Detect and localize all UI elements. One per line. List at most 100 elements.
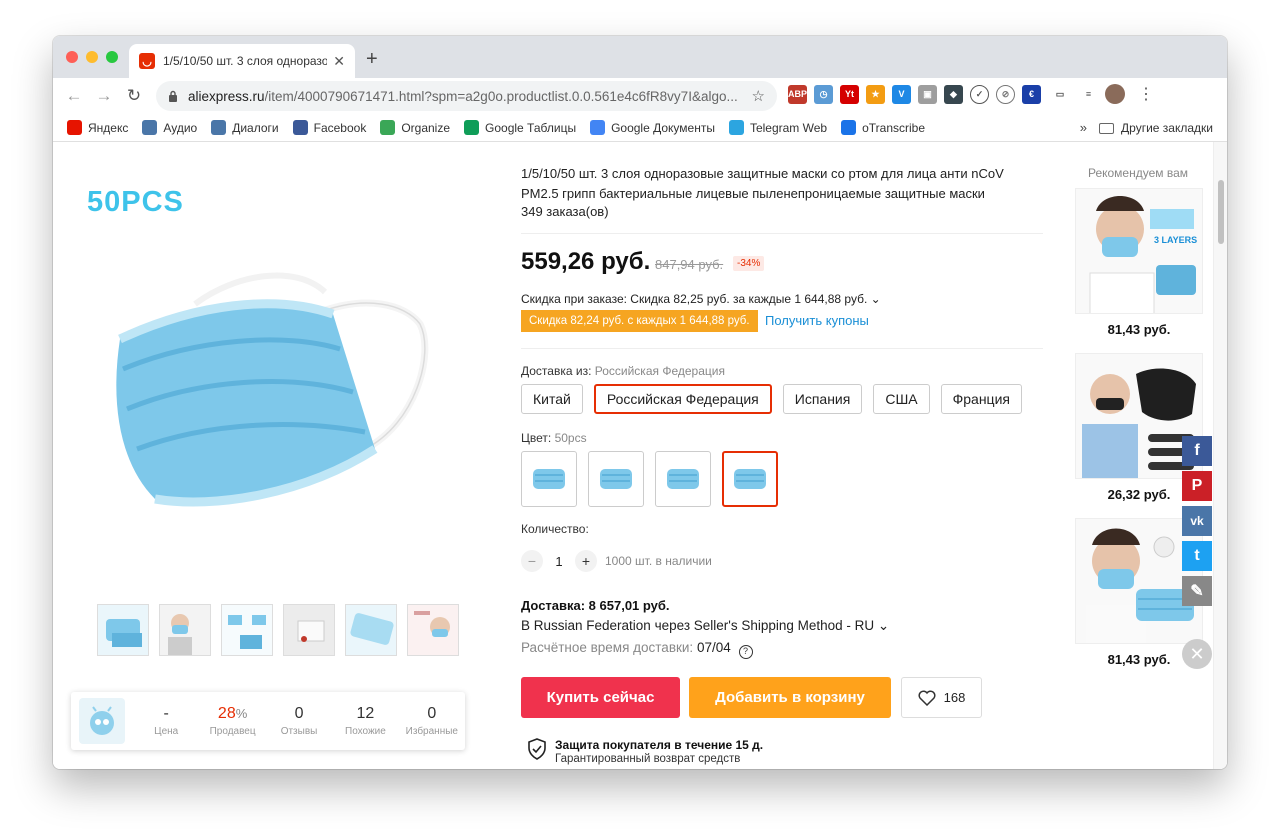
bookmark-item[interactable]: Organize (380, 120, 450, 135)
get-coupons-link[interactable]: Получить купоны (765, 313, 869, 328)
bookmark-label: Google Таблицы (485, 120, 577, 135)
ship-from-option[interactable]: США (873, 384, 930, 414)
ship-from-option[interactable]: Франция (940, 384, 1022, 414)
stat-reviews[interactable]: 0 Отзывы (266, 705, 332, 737)
quantity-minus-button[interactable]: − (521, 550, 543, 572)
other-bookmarks[interactable]: Другие закладки (1099, 114, 1213, 142)
bookmark-item[interactable]: Диалоги (211, 120, 279, 135)
color-swatch-3[interactable] (655, 451, 711, 507)
ship-from-option[interactable]: Российская Федерация (593, 384, 772, 414)
adblock-extension-icon[interactable]: ABP (788, 84, 807, 104)
maximize-window-button[interactable] (106, 51, 118, 63)
bookmark-item[interactable]: Google Документы (590, 120, 715, 135)
product-title: 1/5/10/50 шт. 3 слоя одноразовые защитны… (521, 166, 1004, 201)
page-scrollbar[interactable] (1213, 142, 1227, 769)
image-extension-icon[interactable]: ▣ (918, 84, 937, 104)
vk-share-icon[interactable]: vk (1182, 506, 1212, 536)
ship-from-value: Российская Федерация (594, 364, 725, 378)
bookmark-label: Яндекс (88, 120, 129, 135)
stat-similar[interactable]: 12 Похожие (332, 705, 398, 737)
new-tab-button[interactable]: + (366, 48, 378, 71)
wishlist-button[interactable]: 168 (901, 677, 982, 718)
divider (521, 348, 1043, 349)
url-path: /item/4000790671471.html?spm=a2g0o.produ… (264, 88, 738, 104)
minimize-window-button[interactable] (86, 51, 98, 63)
thumbnail-5[interactable] (345, 604, 397, 656)
thumbnail-3[interactable] (221, 604, 273, 656)
help-icon[interactable]: ? (738, 645, 753, 659)
reco-item-1[interactable]: 3 LAYERS 81,43 руб. (1075, 188, 1203, 337)
bookmark-star-icon[interactable]: ☆ (752, 87, 765, 105)
bookmark-item[interactable]: Telegram Web (728, 120, 827, 135)
scrollbar-thumb[interactable] (1218, 180, 1224, 244)
facebook-share-icon[interactable]: f (1182, 436, 1212, 466)
delivery-method-dropdown[interactable]: В Russian Federation через Seller's Ship… (521, 618, 889, 634)
close-tab-icon[interactable]: ✕ (333, 53, 345, 70)
stat-price-label: Цена (154, 726, 179, 737)
protection-title: Защита покупателя в течение 15 д. (555, 738, 764, 752)
old-price: 847,94 руб. (655, 257, 724, 272)
box-extension-icon[interactable]: ◆ (944, 84, 963, 104)
edit-share-icon[interactable]: ✎ (1182, 576, 1212, 606)
current-price: 559,26 руб. (521, 248, 651, 275)
v-extension-icon[interactable]: V (892, 84, 911, 104)
stat-favorites[interactable]: 0 Избранные (399, 705, 465, 737)
bookmark-item[interactable]: Аудио (142, 120, 197, 135)
reco-price-1: 81,43 руб. (1107, 322, 1171, 337)
close-share-icon[interactable]: ✕ (1182, 639, 1212, 669)
store-stats-bar: - Цена 28% Продавец 0 Отзывы 12 Похожие … (71, 692, 465, 750)
browser-menu-icon[interactable]: ⋮ (1138, 84, 1154, 104)
twitter-share-icon[interactable]: t (1182, 541, 1212, 571)
quantity-value[interactable]: 1 (543, 554, 575, 569)
cast-icon[interactable]: ▭ (1048, 84, 1072, 104)
color-label: Цвет: 50pcs (521, 431, 587, 445)
telegram-icon (728, 120, 744, 135)
ship-from-option[interactable]: Китай (521, 384, 583, 414)
ship-from-options: Китай Российская Федерация Испания США Франц… (521, 384, 1022, 414)
color-swatch-1[interactable] (521, 451, 577, 507)
stat-seller[interactable]: 28% Продавец (199, 705, 265, 737)
order-discount-dropdown[interactable]: Скидка при заказе: Скидка 82,25 руб. за … (521, 292, 881, 306)
product-main-image[interactable]: 50PCS (75, 164, 475, 584)
ship-from-option[interactable]: Испания (782, 384, 863, 414)
address-bar[interactable]: aliexpress.ru /item/4000790671471.html?s… (156, 81, 777, 111)
color-swatch-4-selected[interactable] (722, 451, 778, 507)
facebook-icon (292, 120, 308, 135)
active-tab[interactable]: ◡ 1/5/10/50 шт. 3 слоя одноразо ✕ (129, 44, 355, 78)
quantity-plus-button[interactable]: + (575, 550, 597, 572)
stat-price[interactable]: - Цена (133, 705, 199, 737)
euro-extension-icon[interactable]: € (1022, 84, 1041, 104)
media-icon[interactable]: ≡ (1079, 84, 1098, 104)
thumbnail-1[interactable] (97, 604, 149, 656)
star-extension-icon[interactable]: ★ (866, 84, 885, 104)
close-window-button[interactable] (66, 51, 78, 63)
back-icon[interactable]: ← (59, 86, 89, 106)
color-swatch-2[interactable] (588, 451, 644, 507)
pocket-extension-icon[interactable]: ✓ (970, 84, 989, 104)
yt-extension-icon[interactable]: Yt (840, 84, 859, 104)
buy-now-button[interactable]: Купить сейчас (521, 677, 680, 718)
ship-from-label: Доставка из: Российская Федерация (521, 364, 725, 378)
compass-extension-icon[interactable]: ⊘ (996, 84, 1015, 104)
bookmark-item[interactable]: Google Таблицы (464, 120, 576, 135)
forward-icon[interactable]: → (89, 86, 119, 106)
add-to-cart-button[interactable]: Добавить в корзину (689, 677, 891, 718)
store-logo-icon[interactable] (79, 698, 125, 744)
coupon-tag: Скидка 82,24 руб. с каждых 1 644,88 руб. (521, 310, 758, 332)
bookmark-item[interactable]: Facebook (292, 120, 366, 135)
clock-extension-icon[interactable]: ◷ (814, 84, 833, 104)
stat-favorites-value: 0 (427, 705, 437, 722)
color-value: 50pcs (554, 431, 587, 445)
more-bookmarks-icon[interactable]: » (1080, 120, 1087, 135)
otranscribe-icon (841, 120, 857, 135)
thumbnail-6[interactable] (407, 604, 459, 656)
stat-price-value: - (163, 705, 169, 722)
seller-rating-value: 28 (217, 705, 236, 722)
reload-icon[interactable]: ↻ (119, 86, 149, 106)
bookmark-item[interactable]: oTranscribe (841, 120, 925, 135)
pinterest-share-icon[interactable]: P (1182, 471, 1212, 501)
thumbnail-2[interactable] (159, 604, 211, 656)
thumbnail-4[interactable] (283, 604, 335, 656)
profile-avatar[interactable] (1105, 84, 1125, 104)
bookmark-item[interactable]: Яндекс (67, 120, 128, 135)
